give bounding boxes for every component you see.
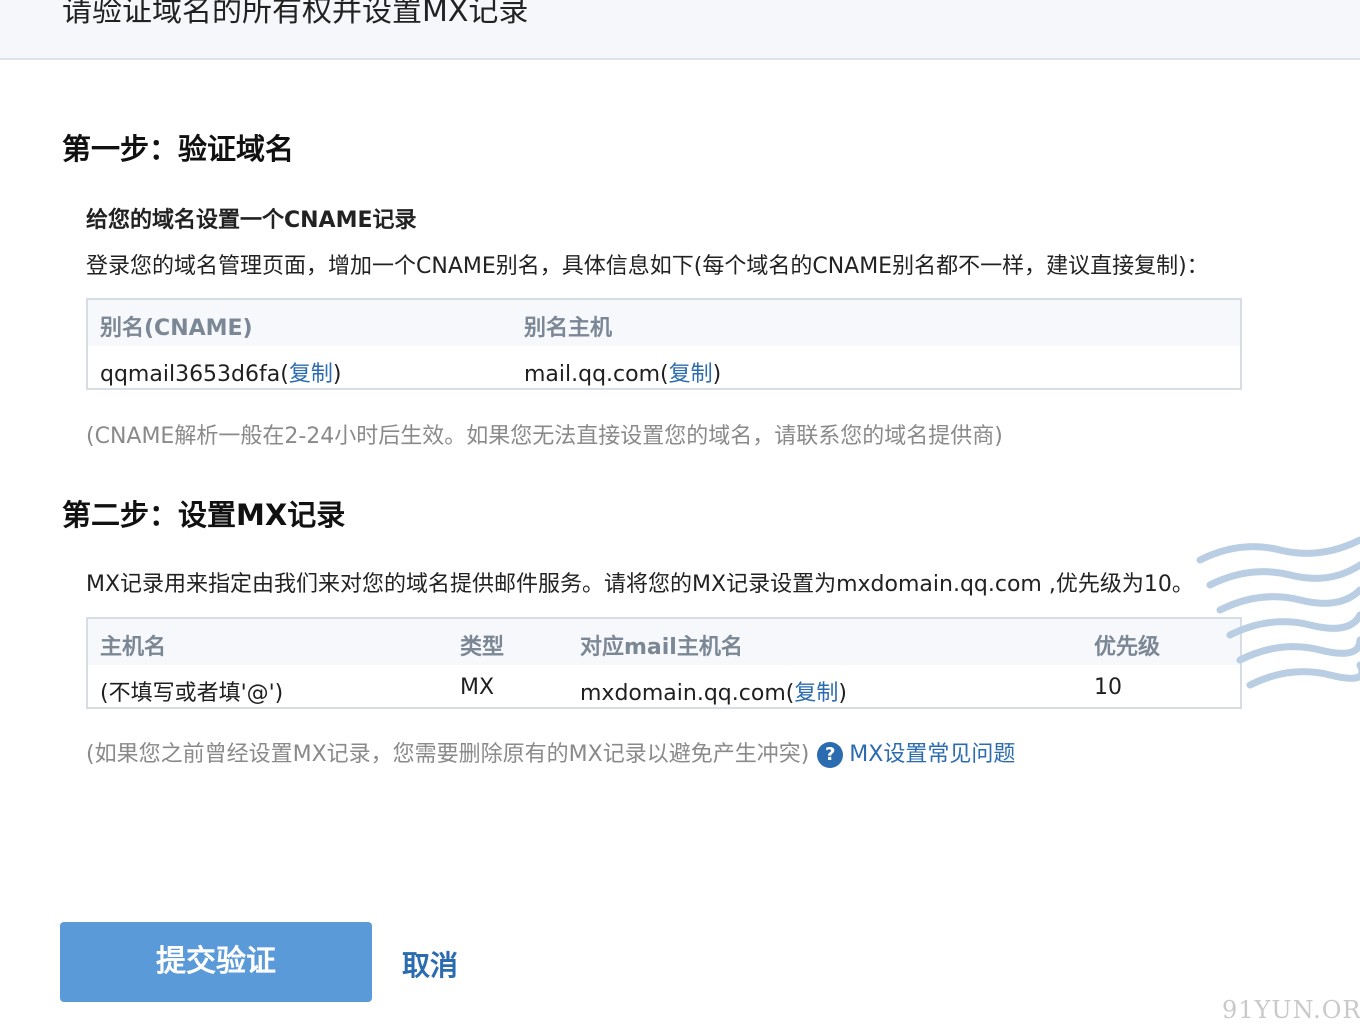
mx-header-type: 类型 xyxy=(460,635,505,660)
mx-mailhost-value: mxdomain.qq.com xyxy=(580,681,786,706)
mx-header-priority: 优先级 xyxy=(1094,635,1161,660)
paren-close: ) xyxy=(712,362,722,387)
mx-priority-value: 10 xyxy=(1094,675,1122,700)
page-title: 请验证域名的所有权并设置MX记录 xyxy=(62,0,529,29)
cname-host-cell: mail.qq.com(复制) xyxy=(524,356,721,388)
cname-header-host: 别名主机 xyxy=(524,316,613,341)
mx-host-value: (不填写或者填'@') xyxy=(100,681,284,706)
step2-instruction: MX记录用来指定由我们来对您的域名提供邮件服务。请将您的MX记录设置为mxdom… xyxy=(86,572,1194,597)
copy-host-link[interactable]: 复制 xyxy=(669,362,713,387)
step1-title: 第一步：验证域名 xyxy=(62,132,295,166)
mx-type-value: MX xyxy=(460,675,495,700)
mx-mailhost-cell: mxdomain.qq.com(复制) xyxy=(580,675,847,707)
step1-note: (CNAME解析一般在2-24小时后生效。如果您无法直接设置您的域名，请联系您的… xyxy=(86,424,1003,449)
cname-alias-value: qqmail3653d6fa xyxy=(100,362,281,387)
help-question-icon[interactable]: ? xyxy=(817,742,844,768)
step2-title: 第二步：设置MX记录 xyxy=(62,498,346,532)
paren-close: ) xyxy=(332,362,342,387)
mx-header-mailhost: 对应mail主机名 xyxy=(580,635,743,660)
watermark: 91YUN.ORG xyxy=(1222,996,1360,1024)
cname-alias-cell: qqmail3653d6fa(复制) xyxy=(100,356,341,388)
submit-verify-button[interactable]: 提交验证 xyxy=(60,922,372,1002)
step1-instruction: 登录您的域名管理页面，增加一个CNAME别名，具体信息如下(每个域名的CNAME… xyxy=(86,254,1209,279)
cancel-link[interactable]: 取消 xyxy=(402,944,458,984)
cname-host-value: mail.qq.com xyxy=(524,362,661,387)
mx-header-host: 主机名 xyxy=(100,635,167,660)
copy-mailhost-link[interactable]: 复制 xyxy=(794,681,838,706)
step1-subtitle: 给您的域名设置一个CNAME记录 xyxy=(86,208,417,233)
cname-table-header xyxy=(88,300,1240,346)
mx-faq-link[interactable]: MX设置常见问题 xyxy=(849,742,1015,767)
step2-note-row: (如果您之前曾经设置MX记录，您需要删除原有的MX记录以避免产生冲突)? MX设置… xyxy=(86,736,1015,768)
step2-note: (如果您之前曾经设置MX记录，您需要删除原有的MX记录以避免产生冲突) xyxy=(86,742,810,767)
cname-header-alias: 别名(CNAME) xyxy=(100,316,253,341)
mx-table: 主机名 类型 对应mail主机名 优先级 (不填写或者填'@') MX mxdo… xyxy=(86,617,1242,709)
copy-alias-link[interactable]: 复制 xyxy=(289,362,333,387)
paren-open: ( xyxy=(280,362,289,387)
postmark-decoration xyxy=(1196,536,1360,689)
paren-open: ( xyxy=(660,362,669,387)
page-header: 请验证域名的所有权并设置MX记录 xyxy=(0,0,1360,60)
cname-table: 别名(CNAME) 别名主机 qqmail3653d6fa(复制) mail.q… xyxy=(86,298,1242,390)
paren-close: ) xyxy=(838,681,847,706)
